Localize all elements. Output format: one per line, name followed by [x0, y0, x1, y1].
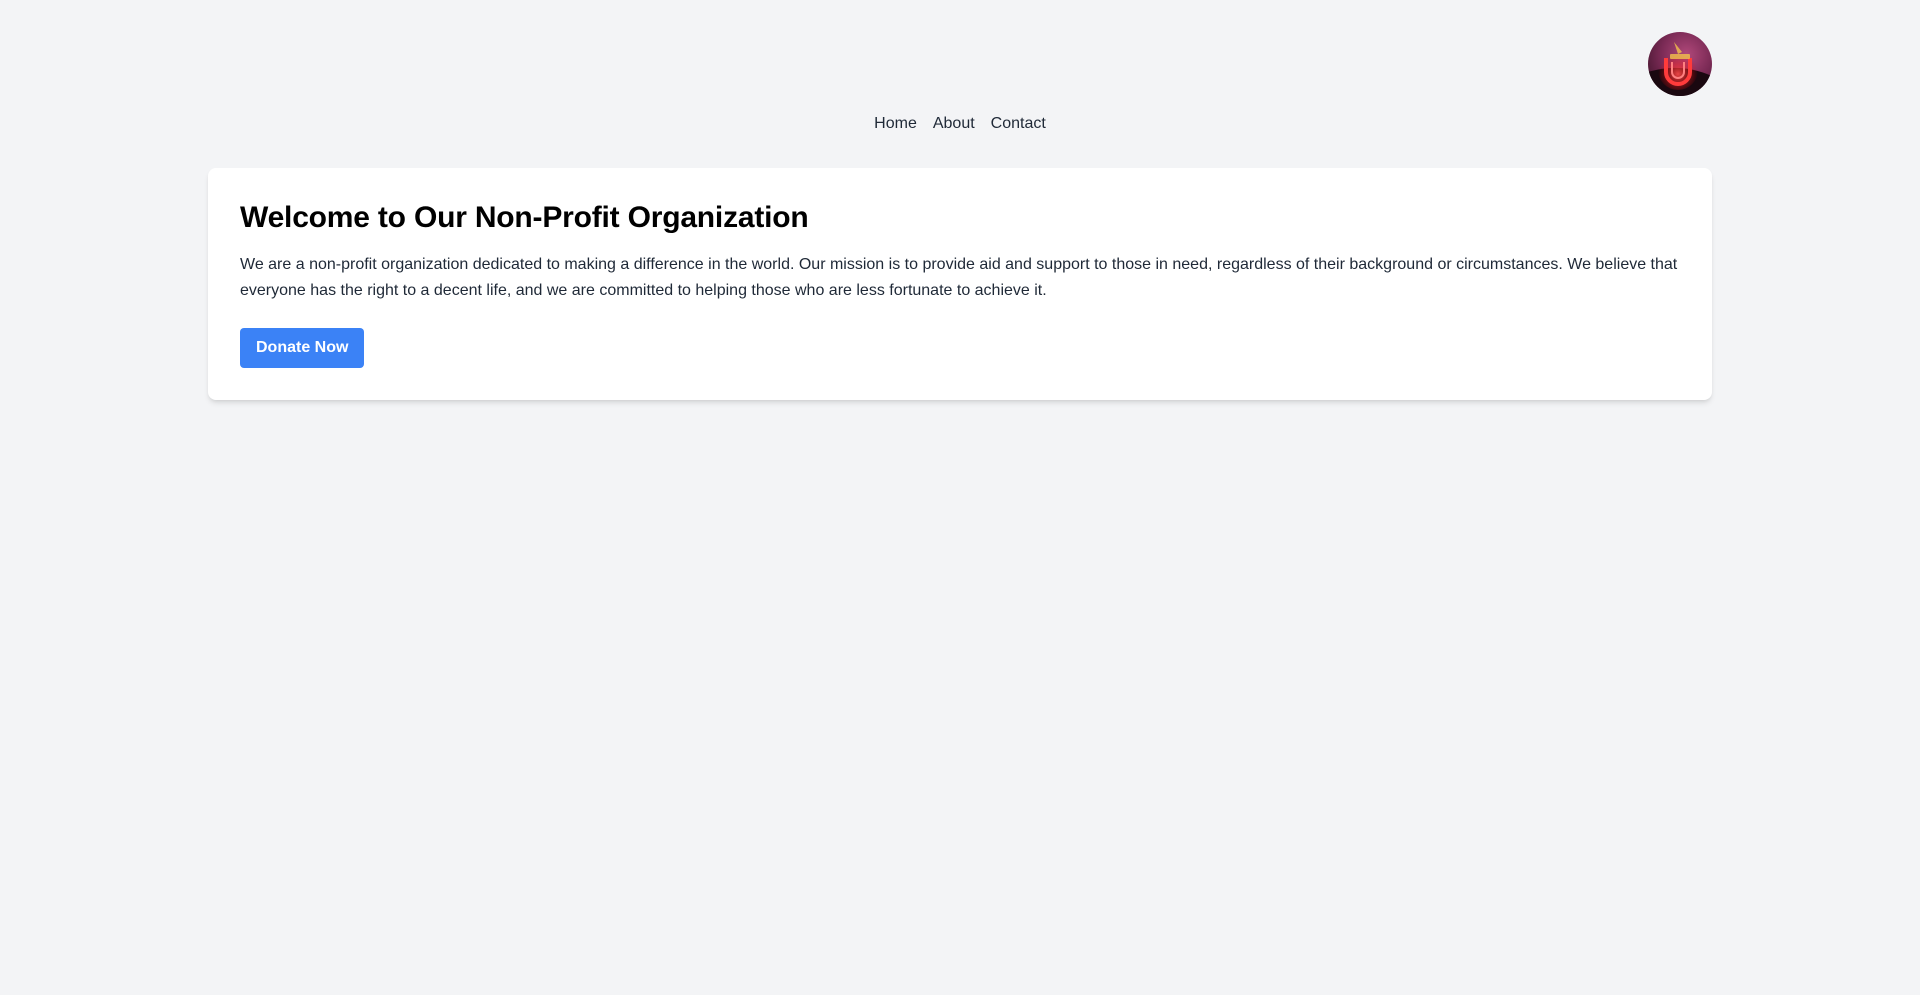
mission-description: We are a non-profit organization dedicat…	[240, 256, 1678, 299]
nav-link-about[interactable]: About	[933, 114, 975, 152]
welcome-card: Welcome to Our Non-Profit Organization W…	[208, 168, 1712, 400]
page-container: Home About Contact Welcome to Our Non-Pr…	[208, 0, 1712, 400]
nav-link-contact[interactable]: Contact	[991, 114, 1046, 152]
header	[208, 0, 1712, 96]
avatar-image-icon	[1648, 42, 1712, 96]
page-title: Welcome to Our Non-Profit Organization	[240, 201, 809, 234]
user-avatar[interactable]	[1648, 32, 1712, 96]
main-nav: Home About Contact	[208, 96, 1712, 152]
donate-button[interactable]: Donate Now	[240, 328, 365, 368]
nav-link-home[interactable]: Home	[874, 114, 917, 152]
